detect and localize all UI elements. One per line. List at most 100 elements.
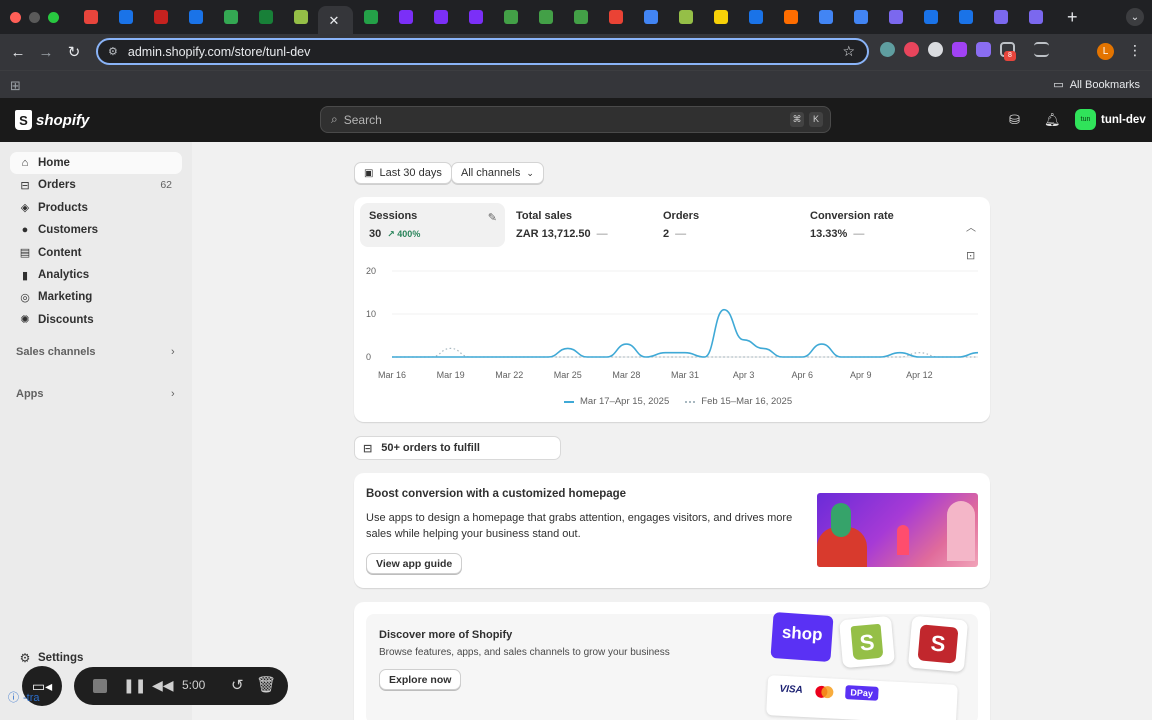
reload-button[interactable]: ↻ bbox=[60, 43, 88, 61]
media-control-icon[interactable] bbox=[1034, 42, 1049, 57]
site-info-icon[interactable]: ⚙ bbox=[108, 45, 118, 58]
browser-tab[interactable] bbox=[633, 0, 668, 34]
chevron-up-icon[interactable]: ︿ bbox=[966, 219, 976, 234]
browser-tab[interactable] bbox=[248, 0, 283, 34]
browser-tab[interactable] bbox=[948, 0, 983, 34]
search-input[interactable]: ⌕ Search ⌘ K bbox=[320, 106, 831, 133]
view-app-guide-button[interactable]: View app guide bbox=[366, 553, 463, 574]
browser-tab[interactable] bbox=[598, 0, 633, 34]
browser-tab[interactable] bbox=[773, 0, 808, 34]
tab-favicon-icon bbox=[608, 10, 623, 24]
chevron-right-icon[interactable]: › bbox=[171, 346, 175, 358]
store-menu[interactable]: tun tunl-dev bbox=[1075, 109, 1146, 130]
footer-link-text: -tra bbox=[23, 692, 40, 704]
metric-orders[interactable]: Orders 2 — bbox=[654, 203, 799, 247]
extension-icon[interactable] bbox=[952, 42, 967, 57]
metric-total-sales[interactable]: Total sales ZAR 13,712.50 — bbox=[507, 203, 652, 247]
extension-icon[interactable] bbox=[904, 42, 919, 57]
tab-favicon-icon bbox=[538, 10, 553, 24]
browser-tab[interactable] bbox=[878, 0, 913, 34]
chevron-down-icon: ⌄ bbox=[526, 167, 534, 178]
metric-conversion-rate[interactable]: Conversion rate 13.33% — bbox=[801, 203, 946, 247]
chevron-right-icon[interactable]: › bbox=[171, 388, 175, 400]
sidebar-item-marketing[interactable]: ◎ Marketing bbox=[10, 286, 182, 308]
boost-conversion-card: Boost conversion with a customized homep… bbox=[354, 473, 990, 588]
back-button[interactable]: ← bbox=[4, 44, 32, 61]
metric-title: Sessions bbox=[369, 210, 418, 222]
folder-icon: ▭ bbox=[1053, 79, 1064, 91]
rewind-button[interactable]: ◀◀ bbox=[152, 677, 174, 694]
sidebar-item-content[interactable]: ▤ Content bbox=[10, 242, 182, 264]
apps-heading[interactable]: Apps bbox=[16, 388, 44, 400]
browser-tab[interactable] bbox=[108, 0, 143, 34]
browser-tab[interactable] bbox=[913, 0, 948, 34]
browser-tab[interactable] bbox=[983, 0, 1018, 34]
browser-tab[interactable] bbox=[458, 0, 493, 34]
browser-tab[interactable] bbox=[703, 0, 738, 34]
metric-value: 2 bbox=[663, 228, 670, 240]
browser-tab[interactable] bbox=[1018, 0, 1053, 34]
orders-count-badge: 62 bbox=[160, 179, 172, 192]
sidekick-icon[interactable]: ⛁ bbox=[1009, 112, 1020, 128]
tab-favicon-icon bbox=[503, 10, 518, 24]
browser-tab[interactable] bbox=[493, 0, 528, 34]
browser-menu-icon[interactable]: ⋮ bbox=[1128, 42, 1142, 59]
profile-avatar[interactable]: L bbox=[1097, 43, 1114, 60]
sidebar-item-label: Orders bbox=[38, 179, 76, 192]
browser-tab[interactable] bbox=[178, 0, 213, 34]
chart-zoom-icon[interactable]: ⊡ bbox=[966, 249, 975, 262]
orders-to-fulfill-button[interactable]: ⊟ 50+ orders to fulfill bbox=[354, 436, 561, 460]
stop-button[interactable] bbox=[93, 679, 107, 693]
trash-icon[interactable]: 🗑︎ bbox=[256, 675, 276, 695]
browser-tab[interactable] bbox=[143, 0, 178, 34]
close-window-button[interactable] bbox=[10, 11, 21, 23]
browser-tab[interactable] bbox=[528, 0, 563, 34]
tab-favicon-icon bbox=[1028, 10, 1043, 24]
browser-tab[interactable] bbox=[283, 0, 318, 34]
browser-tab[interactable] bbox=[73, 0, 108, 34]
sidebar-item-orders[interactable]: ⊟ Orders 62 bbox=[10, 174, 182, 196]
browser-tab[interactable] bbox=[388, 0, 423, 34]
sales-channels-heading[interactable]: Sales channels bbox=[16, 346, 96, 358]
sidebar-item-products[interactable]: ◈ Products bbox=[10, 197, 182, 219]
bookmark-star-icon[interactable]: ☆ bbox=[842, 43, 855, 60]
browser-tab-active[interactable]: ✕ bbox=[318, 6, 353, 34]
browser-tab[interactable] bbox=[213, 0, 248, 34]
browser-tab[interactable] bbox=[843, 0, 878, 34]
explore-now-button[interactable]: Explore now bbox=[379, 669, 462, 690]
browser-tab[interactable] bbox=[423, 0, 458, 34]
browser-tab[interactable] bbox=[668, 0, 703, 34]
forward-button[interactable]: → bbox=[32, 44, 60, 61]
sidebar-item-analytics[interactable]: ▮ Analytics bbox=[10, 264, 182, 286]
extension-icon[interactable] bbox=[976, 42, 991, 57]
maximize-window-button[interactable] bbox=[48, 11, 59, 23]
sidebar-item-settings[interactable]: ⚙ Settings bbox=[10, 647, 182, 669]
pause-button[interactable]: ❚❚ bbox=[123, 677, 146, 694]
metric-sessions[interactable]: Sessions 30 ↗ 400% ✎ bbox=[360, 203, 505, 247]
metric-value: 13.33% bbox=[810, 228, 848, 240]
footer-link-peek[interactable]: ⓘ -tra bbox=[8, 689, 88, 707]
sidebar-item-customers[interactable]: ● Customers bbox=[10, 219, 182, 241]
channels-dropdown[interactable]: All channels ⌄ bbox=[451, 162, 544, 184]
all-bookmarks-button[interactable]: ▭ All Bookmarks bbox=[1053, 78, 1140, 91]
edit-pencil-icon[interactable]: ✎ bbox=[488, 211, 497, 224]
close-tab-icon[interactable]: ✕ bbox=[329, 13, 343, 28]
tab-search-button[interactable]: ⌄ bbox=[1126, 8, 1144, 26]
browser-tab[interactable] bbox=[563, 0, 598, 34]
extension-icon[interactable] bbox=[880, 42, 895, 57]
sidebar-item-label: Analytics bbox=[38, 269, 90, 281]
sidebar-item-discounts[interactable]: ✺ Discounts bbox=[10, 309, 182, 331]
extension-icon[interactable] bbox=[928, 42, 943, 57]
sidebar-item-home[interactable]: ⌂ Home bbox=[10, 152, 182, 174]
new-tab-button[interactable]: + bbox=[1067, 7, 1078, 28]
restart-icon[interactable]: ↺ bbox=[231, 676, 244, 694]
apps-grid-icon[interactable]: ⊞ bbox=[10, 78, 21, 94]
minimize-window-button[interactable] bbox=[29, 11, 40, 23]
address-bar[interactable]: ⚙ admin.shopify.com/store/tunl-dev ☆ bbox=[96, 38, 869, 65]
notification-bell-icon[interactable]: 🔔︎ bbox=[1044, 112, 1061, 128]
browser-tab[interactable] bbox=[353, 0, 388, 34]
shopify-logo[interactable]: S shopify bbox=[15, 110, 89, 130]
browser-tab[interactable] bbox=[808, 0, 843, 34]
browser-tab[interactable] bbox=[738, 0, 773, 34]
date-range-button[interactable]: ▣ Last 30 days bbox=[354, 162, 452, 184]
